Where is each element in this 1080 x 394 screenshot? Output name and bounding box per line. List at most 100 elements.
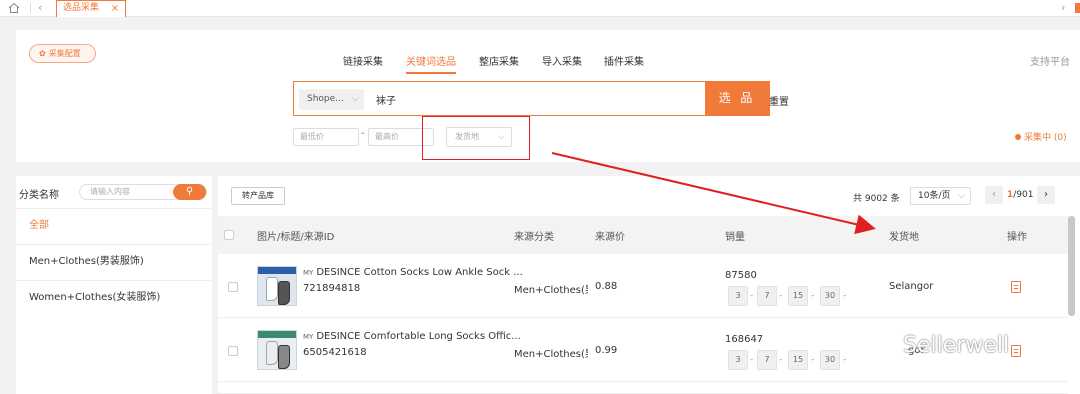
support-platforms-link[interactable]: 支持平台: [1030, 53, 1070, 68]
mode-keyword[interactable]: 关键词选品: [406, 53, 456, 74]
sales-period-chip[interactable]: 7: [757, 286, 777, 306]
chevron-left-icon[interactable]: ‹: [38, 1, 42, 14]
collection-panel: ✿ 采集配置 链接采集 关键词选品 整店采集 导入采集 插件采集 支持平台 Sho…: [16, 30, 1080, 162]
status-dot: [1015, 134, 1021, 140]
chip-separator: -: [750, 355, 754, 365]
corner-badge: [1075, 3, 1080, 13]
wechat-logo-icon: [878, 338, 899, 355]
source-price: 0.88: [595, 281, 618, 292]
table-header: 图片/标题/来源ID 来源分类 来源价 销量 发货地 操作: [218, 216, 1068, 254]
product-title-text: DESINCE Cotton Socks Low Ankle Sock ...: [316, 267, 523, 278]
chip-separator: -: [811, 291, 815, 301]
gear-icon: ✿: [39, 49, 46, 58]
sales-period-chip[interactable]: 3: [728, 286, 748, 306]
vertical-scrollbar[interactable]: [1068, 216, 1075, 316]
next-page-button[interactable]: ›: [1037, 186, 1055, 204]
product-thumbnail[interactable]: [257, 330, 297, 370]
col-image-title-id: 图片/标题/来源ID: [257, 232, 335, 243]
config-button[interactable]: ✿ 采集配置: [29, 44, 96, 63]
sock-image: [278, 345, 290, 369]
sock-image: [278, 281, 290, 305]
min-price-input[interactable]: 最低价: [293, 128, 359, 146]
category-search-input[interactable]: 请输入内容 ⚲: [79, 184, 207, 200]
page-size-value: 10条/页: [918, 191, 951, 201]
chip-separator: -: [843, 291, 847, 301]
chip-separator: -: [779, 291, 783, 301]
config-button-label: 采集配置: [48, 49, 81, 58]
page-count: /901: [1013, 190, 1034, 200]
search-icon: ⚲: [185, 186, 194, 197]
sock-image: [266, 341, 278, 365]
home-icon[interactable]: [8, 2, 20, 14]
category-panel: 分类名称 请输入内容 ⚲ 全部 Men+Clothes(男装服饰) Women+…: [16, 176, 212, 394]
sales-count: 168647: [725, 334, 764, 345]
select-all-checkbox[interactable]: [224, 230, 234, 240]
search-button[interactable]: ⚲: [173, 184, 206, 200]
row-checkbox[interactable]: [228, 282, 238, 292]
sales-period-chip[interactable]: 7: [757, 350, 777, 370]
row-checkbox[interactable]: [228, 346, 238, 356]
sales-period-chip[interactable]: 30: [820, 350, 840, 370]
collect-icon[interactable]: [1011, 281, 1021, 293]
mode-plugin[interactable]: 插件采集: [604, 53, 644, 68]
sales-period-chip[interactable]: 30: [820, 286, 840, 306]
collecting-status[interactable]: 采集中 (0): [1015, 130, 1067, 143]
select-products-button[interactable]: 选 品: [705, 82, 769, 115]
mode-store[interactable]: 整店采集: [479, 53, 519, 68]
reset-button[interactable]: 重置: [769, 93, 789, 108]
sales-count: 87580: [725, 270, 757, 281]
tab-product-collection[interactable]: 选品采集 ×: [56, 0, 126, 17]
chevron-right-icon[interactable]: ›: [1061, 1, 1065, 14]
product-title-text: DESINCE Comfortable Long Socks Offic...: [316, 331, 521, 342]
prev-page-button[interactable]: ‹: [985, 186, 1003, 204]
tab-label: 选品采集: [63, 3, 100, 13]
thumbnail-band: [258, 331, 296, 338]
sales-period-chip[interactable]: 15: [788, 286, 808, 306]
total-count: 共 9002 条: [853, 194, 900, 204]
sales-period-chip[interactable]: 3: [728, 350, 748, 370]
table-row: [218, 382, 1068, 394]
category-search-placeholder: 请输入内容: [90, 187, 130, 196]
keyword-input[interactable]: 袜子: [376, 92, 396, 107]
product-title[interactable]: MY DESINCE Cotton Socks Low Ankle Sock ..…: [303, 267, 523, 278]
sock-image: [266, 277, 278, 301]
mode-link[interactable]: 链接采集: [343, 53, 383, 68]
category-item-men[interactable]: Men+Clothes(男装服饰): [16, 244, 212, 278]
chevron-down-icon: ⌵: [352, 94, 359, 104]
thumbnail-band: [258, 267, 296, 274]
chip-separator: -: [843, 355, 847, 365]
source-id: 6505421618: [303, 347, 367, 358]
category-item-all[interactable]: 全部: [16, 208, 212, 242]
source-price: 0.99: [595, 345, 618, 356]
close-icon[interactable]: ×: [111, 1, 119, 16]
source-category: Men+Clothes(男装: [514, 349, 588, 360]
watermark: Sellerwell: [903, 333, 1010, 358]
product-thumbnail[interactable]: [257, 266, 297, 306]
market-tag: MY: [303, 269, 314, 277]
category-item-women[interactable]: Women+Clothes(女装服饰): [16, 280, 212, 314]
sales-period-chip[interactable]: 15: [788, 350, 808, 370]
page-indicator: 1/901: [1007, 190, 1033, 200]
source-category: Men+Clothes(男装: [514, 285, 588, 296]
collecting-status-label: 采集中 (0): [1024, 133, 1067, 143]
mode-import[interactable]: 导入采集: [542, 53, 582, 68]
table-row: MY DESINCE Cotton Socks Low Ankle Sock ..…: [218, 254, 1068, 318]
platform-select[interactable]: Shope... ⌵: [299, 89, 364, 110]
product-title[interactable]: MY DESINCE Comfortable Long Socks Offic..…: [303, 331, 521, 342]
col-source-price: 来源价: [595, 232, 625, 243]
category-title: 分类名称: [19, 190, 59, 201]
source-id: 721894818: [303, 283, 361, 294]
market-tag: MY: [303, 333, 314, 341]
ship-from-value: Selangor: [889, 281, 934, 292]
chip-separator: -: [811, 355, 815, 365]
range-separator: -: [361, 128, 365, 139]
to-product-library-button[interactable]: 转产品库: [231, 187, 285, 205]
col-actions: 操作: [1007, 232, 1027, 243]
chevron-down-icon: ⌵: [958, 191, 965, 201]
page-size-select[interactable]: 10条/页 ⌵: [910, 187, 971, 205]
chip-separator: -: [779, 355, 783, 365]
search-box: Shope... ⌵ 袜子 选 品: [293, 81, 770, 116]
col-ship-from: 发货地: [889, 232, 919, 243]
product-table-panel: 转产品库 共 9002 条 10条/页 ⌵ ‹ 1/901 › 图片/标题/来源…: [218, 176, 1080, 394]
collect-icon[interactable]: [1011, 345, 1021, 357]
